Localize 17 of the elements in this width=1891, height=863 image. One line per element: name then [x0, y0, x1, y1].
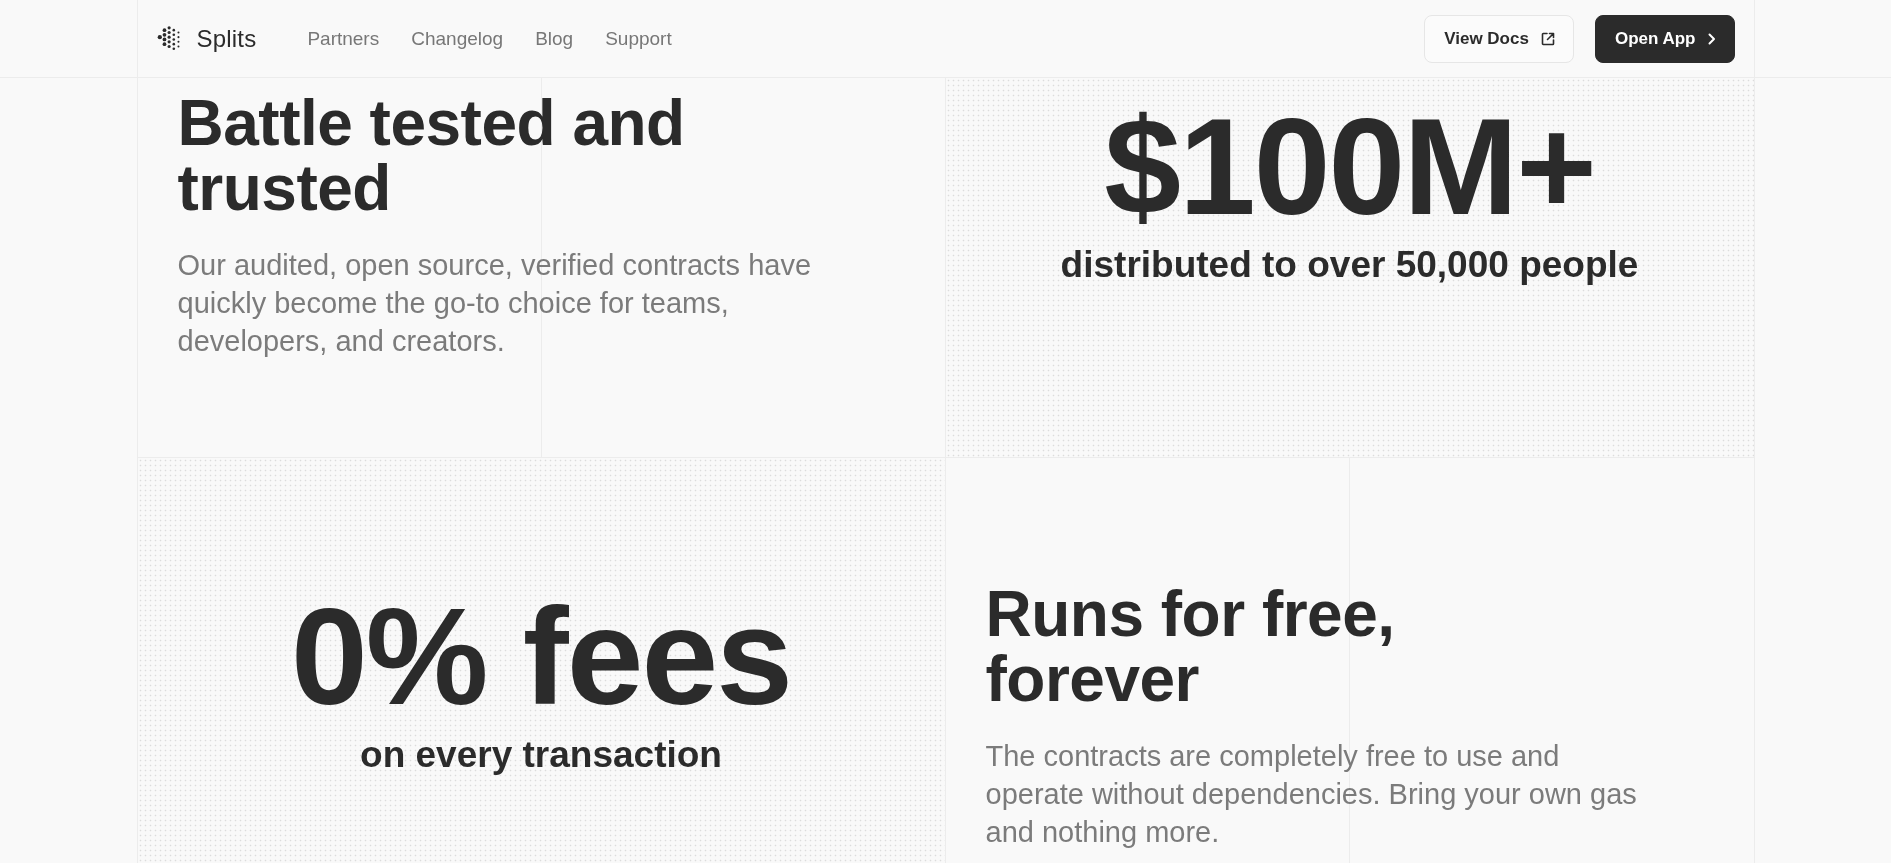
stat-value: 0% fees: [290, 587, 792, 725]
external-link-icon: [1540, 31, 1555, 46]
chevron-right-icon: [1707, 32, 1716, 45]
nav-link[interactable]: Partners: [307, 27, 380, 50]
feature-description: The contracts are completely free to use and operate without dependencies. Bring your own gas and nothing more.: [985, 739, 1638, 850]
nav-link[interactable]: Support: [605, 27, 672, 50]
feature-description: Our audited, open source, verified contracts have quickly become the go-to choice for teams, developers, and creators.: [177, 248, 813, 359]
feature-heading: Battle tested and trusted: [177, 91, 686, 221]
open-app-button[interactable]: Open App: [1594, 14, 1735, 63]
docs-button[interactable]: View Docs: [1424, 14, 1574, 63]
stat-caption: on every transaction: [359, 733, 723, 777]
feature-heading: Runs for free, forever: [985, 582, 1396, 712]
brand-link[interactable]: Splits: [156, 24, 257, 53]
stat-value: $100M+: [1103, 97, 1596, 235]
stat-caption: distributed to over 50,000 people: [1059, 243, 1640, 287]
nav-link[interactable]: Blog: [535, 27, 574, 50]
nav-link[interactable]: Changelog: [411, 27, 504, 50]
